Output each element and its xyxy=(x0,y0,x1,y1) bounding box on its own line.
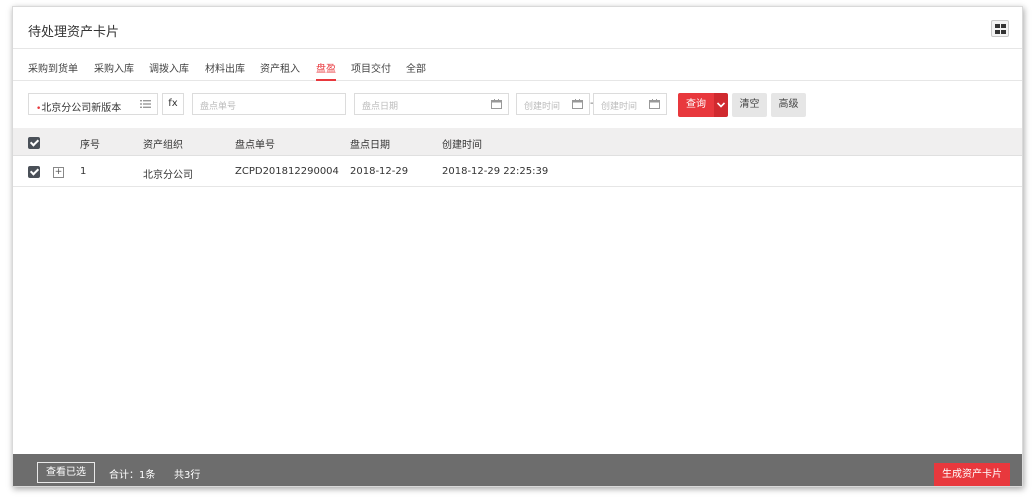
total-count: 合计：1条 xyxy=(109,470,156,481)
calendar-icon[interactable] xyxy=(491,99,502,109)
col-seq: 序号 xyxy=(80,140,100,151)
generate-asset-card-button[interactable]: 生成资产卡片 xyxy=(934,463,1010,486)
window-header: 待处理资产卡片 xyxy=(13,7,1022,49)
calendar-icon[interactable] xyxy=(572,99,583,109)
formula-button[interactable]: fx xyxy=(162,93,184,115)
create-time-to-input[interactable]: 创建时间 xyxy=(593,93,667,115)
col-create-time: 创建时间 xyxy=(442,140,482,151)
tab-inventory-surplus[interactable]: 盘盈 xyxy=(316,60,336,81)
table-header: 序号 资产组织 盘点单号 盘点日期 创建时间 xyxy=(13,128,1022,156)
row-count: 共3行 xyxy=(174,470,201,481)
tab-all[interactable]: 全部 xyxy=(406,60,426,75)
tab-purchase-arrival[interactable]: 采购到货单 xyxy=(28,60,78,75)
footer-bar: 查看已选 合计：1条 共3行 生成资产卡片 xyxy=(13,454,1022,486)
select-all-checkbox[interactable] xyxy=(28,137,40,149)
list-icon[interactable] xyxy=(140,99,151,109)
tab-transfer-inbound[interactable]: 调拨入库 xyxy=(149,60,189,75)
cell-seq: 1 xyxy=(80,166,87,177)
create-time-from-placeholder: 创建时间 xyxy=(524,102,561,112)
source-tabs: 采购到货单 采购入库 调拨入库 材料出库 资产租入 盘盈 项目交付 全部 xyxy=(13,50,1022,81)
tab-asset-lease-in[interactable]: 资产租入 xyxy=(260,60,300,75)
tab-purchase-inbound[interactable]: 采购入库 xyxy=(94,60,134,75)
col-inventory-date: 盘点日期 xyxy=(350,140,390,151)
advanced-button[interactable]: 高级 xyxy=(771,93,806,117)
table-row[interactable]: + 1 北京分公司 ZCPD201812290004 2018-12-29 20… xyxy=(13,157,1022,187)
col-asset-org: 资产组织 xyxy=(143,140,183,151)
view-selected-button[interactable]: 查看已选 xyxy=(37,462,95,483)
pending-asset-cards-window: 待处理资产卡片 采购到货单 采购入库 调拨入库 材料出库 资产租入 盘盈 项目交… xyxy=(12,6,1023,487)
tab-material-outbound[interactable]: 材料出库 xyxy=(205,60,245,75)
calendar-icon[interactable] xyxy=(649,99,660,109)
clear-button[interactable]: 清空 xyxy=(732,93,767,117)
query-button[interactable]: 查询 xyxy=(678,93,714,117)
page-title: 待处理资产卡片 xyxy=(28,25,120,40)
row-checkbox[interactable] xyxy=(28,166,40,178)
inventory-date-placeholder: 盘点日期 xyxy=(362,102,399,112)
inventory-date-input[interactable]: 盘点日期 xyxy=(354,93,509,115)
create-time-to-placeholder: 创建时间 xyxy=(601,102,638,112)
asset-org-value: 北京分公司新版本 xyxy=(41,103,122,114)
cell-inventory-date: 2018-12-29 xyxy=(350,166,409,177)
cell-doc-no: ZCPD201812290004 xyxy=(235,166,339,177)
cell-create-time: 2018-12-29 22:25:39 xyxy=(442,166,549,177)
doc-number-input[interactable]: 盘点单号 xyxy=(192,93,346,115)
tab-project-delivery[interactable]: 项目交付 xyxy=(351,60,391,75)
asset-org-field[interactable]: •北京分公司新版本 xyxy=(28,93,158,115)
create-time-from-input[interactable]: 创建时间 xyxy=(516,93,590,115)
grid-view-icon[interactable] xyxy=(991,20,1009,37)
cell-asset-org: 北京分公司 xyxy=(143,170,193,181)
expand-icon[interactable]: + xyxy=(53,167,64,178)
filter-bar: •北京分公司新版本 fx 盘点单号 盘点日期 创建时间 - 创建时间 查询 清空… xyxy=(13,90,1022,120)
chevron-down-icon[interactable] xyxy=(714,93,728,117)
col-doc-no: 盘点单号 xyxy=(235,140,275,151)
